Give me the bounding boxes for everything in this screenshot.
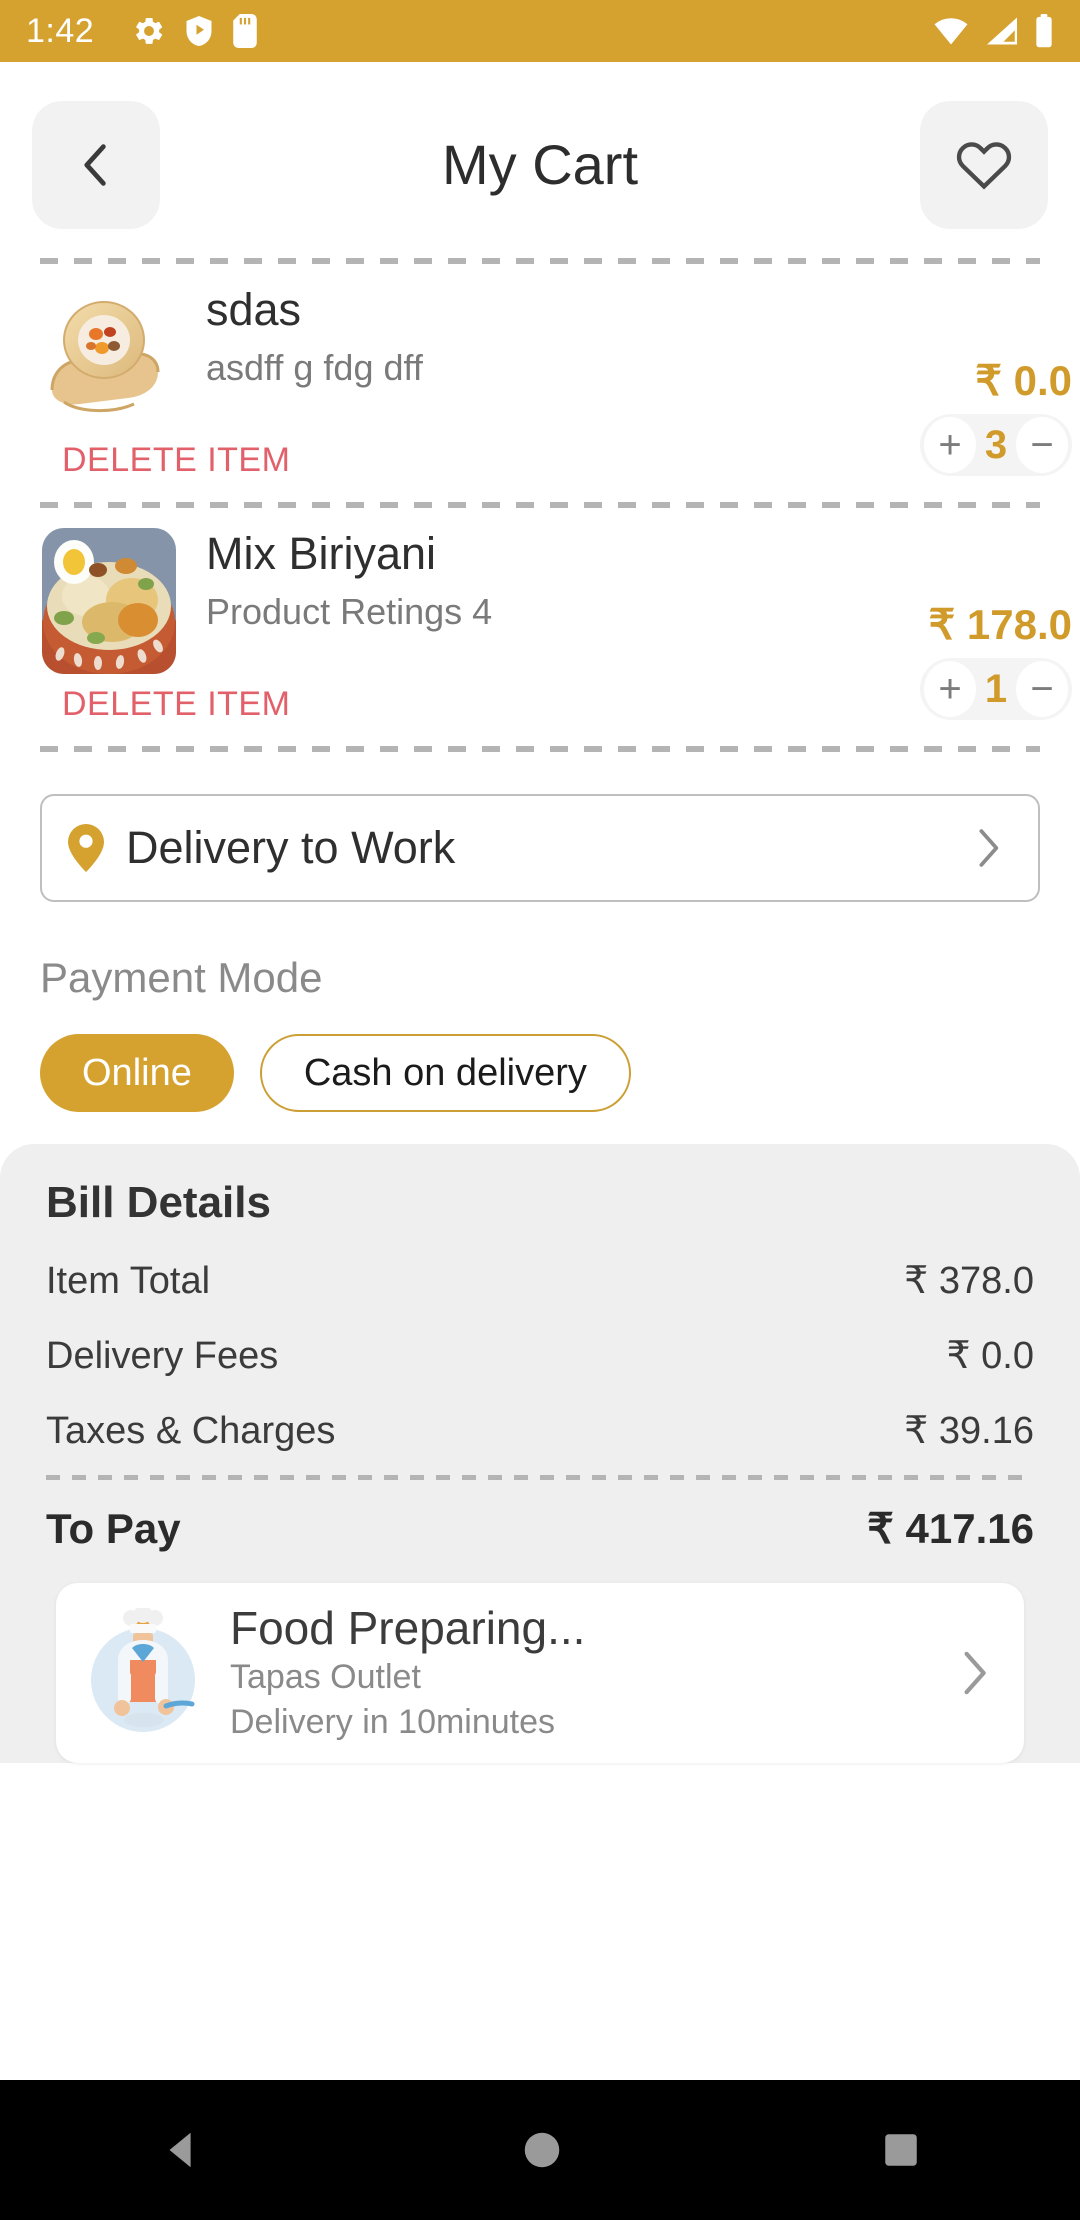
bill-row-value: ₹ 378.0 xyxy=(904,1260,1034,1302)
bill-row-label: Item Total xyxy=(46,1260,211,1302)
to-pay-row: To Pay ₹ 417.16 xyxy=(46,1504,1034,1553)
increment-button[interactable]: + xyxy=(924,417,976,473)
status-bar-left: 1:42 xyxy=(26,12,932,51)
item-name: sdas xyxy=(206,284,302,335)
android-nav-bar xyxy=(0,2080,1080,2220)
quantity-stepper[interactable]: + 1 − xyxy=(920,658,1072,720)
delete-item-button[interactable]: DELETE ITEM xyxy=(62,685,290,724)
delivery-address-button[interactable]: Delivery to Work xyxy=(40,794,1040,902)
item-subtitle: Product Retings 4 xyxy=(206,591,493,633)
nav-recents-square-icon[interactable] xyxy=(880,2129,922,2171)
delete-item-button[interactable]: DELETE ITEM xyxy=(62,441,290,480)
order-status-card[interactable]: Food Preparing... Tapas Outlet Delivery … xyxy=(56,1583,1024,1763)
to-pay-label: To Pay xyxy=(46,1505,181,1552)
bill-row: Taxes & Charges ₹ 39.16 xyxy=(46,1408,1034,1453)
back-button[interactable] xyxy=(32,100,160,229)
delivery-address-label: Delivery to Work xyxy=(126,822,456,873)
chevron-right-icon xyxy=(956,1646,990,1700)
bill-row-value: ₹ 39.16 xyxy=(904,1410,1034,1452)
payment-option-cash-on-delivery[interactable]: Cash on delivery xyxy=(259,1034,631,1112)
order-status-eta: Delivery in 10minutes xyxy=(230,1703,556,1742)
favorite-button[interactable] xyxy=(920,100,1048,229)
bill-details-panel: Bill Details Item Total ₹ 378.0 Delivery… xyxy=(0,1144,1080,1763)
decrement-button[interactable]: − xyxy=(1016,661,1068,717)
item-price: ₹ 178.0 xyxy=(928,601,1073,648)
order-status-outlet: Tapas Outlet xyxy=(230,1658,421,1697)
nav-back-triangle-icon[interactable] xyxy=(158,2127,204,2173)
page-title: My Cart xyxy=(442,133,638,196)
delivery-address-section: Delivery to Work xyxy=(0,752,1080,902)
order-status-title: Food Preparing... xyxy=(230,1601,586,1654)
item-price: ₹ 0.0 xyxy=(975,357,1072,404)
item-thumbnail xyxy=(34,282,184,432)
heart-icon xyxy=(954,137,1014,193)
payment-mode-options: Online Cash on delivery xyxy=(40,1034,1040,1112)
wifi-icon xyxy=(932,16,970,46)
play-protect-icon xyxy=(184,14,214,48)
bill-divider xyxy=(46,1475,1034,1480)
bill-row: Item Total ₹ 378.0 xyxy=(46,1258,1034,1303)
quantity-value: 1 xyxy=(984,666,1008,711)
chef-cooking-illustration xyxy=(78,1605,208,1738)
cart-item-row[interactable]: sdas asdff g fdg dff ₹ 0.0 + 3 − DELETE … xyxy=(0,264,1080,502)
sd-card-icon xyxy=(232,14,258,48)
status-bar: 1:42 xyxy=(0,0,1080,62)
cart-content: sdas asdff g fdg dff ₹ 0.0 + 3 − DELETE … xyxy=(0,258,1080,2080)
chevron-right-icon xyxy=(972,825,1002,871)
item-subtitle: asdff g fdg dff xyxy=(206,347,423,389)
decrement-button[interactable]: − xyxy=(1016,417,1068,473)
bill-details-title: Bill Details xyxy=(46,1178,271,1227)
location-pin-icon xyxy=(68,824,104,872)
bill-row-value: ₹ 0.0 xyxy=(946,1335,1034,1377)
cart-item-row[interactable]: Mix Biriyani Product Retings 4 ₹ 178.0 +… xyxy=(0,508,1080,746)
status-bar-right xyxy=(932,14,1054,48)
order-status-text: Food Preparing... Tapas Outlet Delivery … xyxy=(230,1604,585,1742)
app-bar: My Cart xyxy=(0,62,1080,267)
nav-home-circle-icon[interactable] xyxy=(519,2127,565,2173)
payment-mode-section: Payment Mode Online Cash on delivery xyxy=(0,902,1080,1112)
item-thumbnail xyxy=(34,526,184,676)
item-name: Mix Biriyani xyxy=(206,528,437,579)
quantity-stepper[interactable]: + 3 − xyxy=(920,414,1072,476)
quantity-value: 3 xyxy=(984,422,1008,467)
status-bar-clock: 1:42 xyxy=(26,11,95,50)
bill-row-label: Taxes & Charges xyxy=(46,1410,336,1452)
payment-option-online[interactable]: Online xyxy=(40,1034,234,1112)
payment-mode-label: Payment Mode xyxy=(40,954,323,1001)
to-pay-value: ₹ 417.16 xyxy=(867,1505,1034,1552)
battery-icon xyxy=(1034,14,1054,48)
signal-icon xyxy=(984,16,1020,46)
bill-row-label: Delivery Fees xyxy=(46,1335,279,1377)
bill-row: Delivery Fees ₹ 0.0 xyxy=(46,1333,1034,1378)
app-screen: 1:42 My Cart sdas asdff g fdg dff ₹ 0.0 … xyxy=(0,0,1080,2220)
chevron-left-icon xyxy=(74,139,118,191)
settings-gear-icon xyxy=(132,14,166,48)
increment-button[interactable]: + xyxy=(924,661,976,717)
